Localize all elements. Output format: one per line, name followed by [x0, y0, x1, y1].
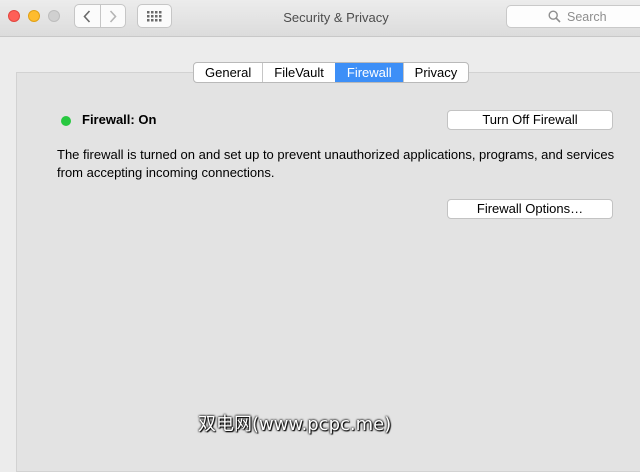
tab-firewall[interactable]: Firewall — [334, 63, 403, 82]
search-field[interactable]: Search — [506, 5, 640, 28]
watermark: 双电网(www.pcpc.me) — [198, 414, 392, 435]
tab-filevault[interactable]: FileVault — [262, 63, 335, 82]
firewall-status-label: Firewall: On — [82, 112, 157, 127]
firewall-description: The firewall is turned on and set up to … — [57, 147, 615, 180]
search-icon — [548, 10, 561, 23]
tab-bar: General FileVault Firewall Privacy — [193, 62, 470, 83]
search-placeholder: Search — [567, 10, 607, 24]
tab-privacy[interactable]: Privacy — [402, 63, 469, 82]
tab-general[interactable]: General — [194, 63, 262, 82]
firewall-options-button[interactable]: Firewall Options… — [447, 199, 613, 219]
turn-off-firewall-button[interactable]: Turn Off Firewall — [447, 110, 613, 130]
title-bar: Security & Privacy Search — [0, 0, 640, 37]
status-indicator — [61, 116, 71, 126]
